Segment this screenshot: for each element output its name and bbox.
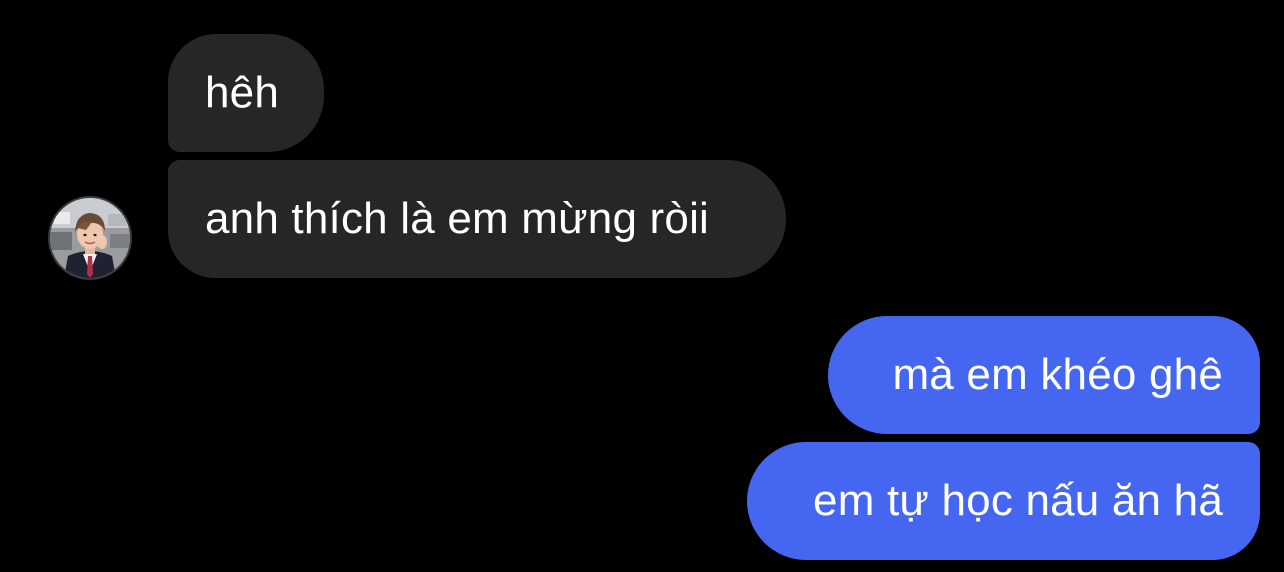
- outgoing-message-bubble[interactable]: mà em khéo ghê: [828, 316, 1260, 434]
- incoming-message-bubble[interactable]: anh thích là em mừng ròii: [168, 160, 786, 278]
- message-text: anh thích là em mừng ròii: [205, 194, 710, 243]
- message-text: mà em khéo ghê: [892, 350, 1223, 399]
- message-text: em tự học nấu ăn hã: [813, 476, 1223, 525]
- outgoing-message-bubble[interactable]: em tự học nấu ăn hã: [747, 442, 1260, 560]
- profile-photo-icon: [50, 198, 130, 278]
- message-text: hêh: [205, 68, 280, 117]
- avatar[interactable]: [48, 196, 132, 280]
- message-thread: hêh anh thích là em mừng ròii mà em khéo…: [0, 0, 1284, 572]
- incoming-message-bubble[interactable]: hêh: [168, 34, 324, 152]
